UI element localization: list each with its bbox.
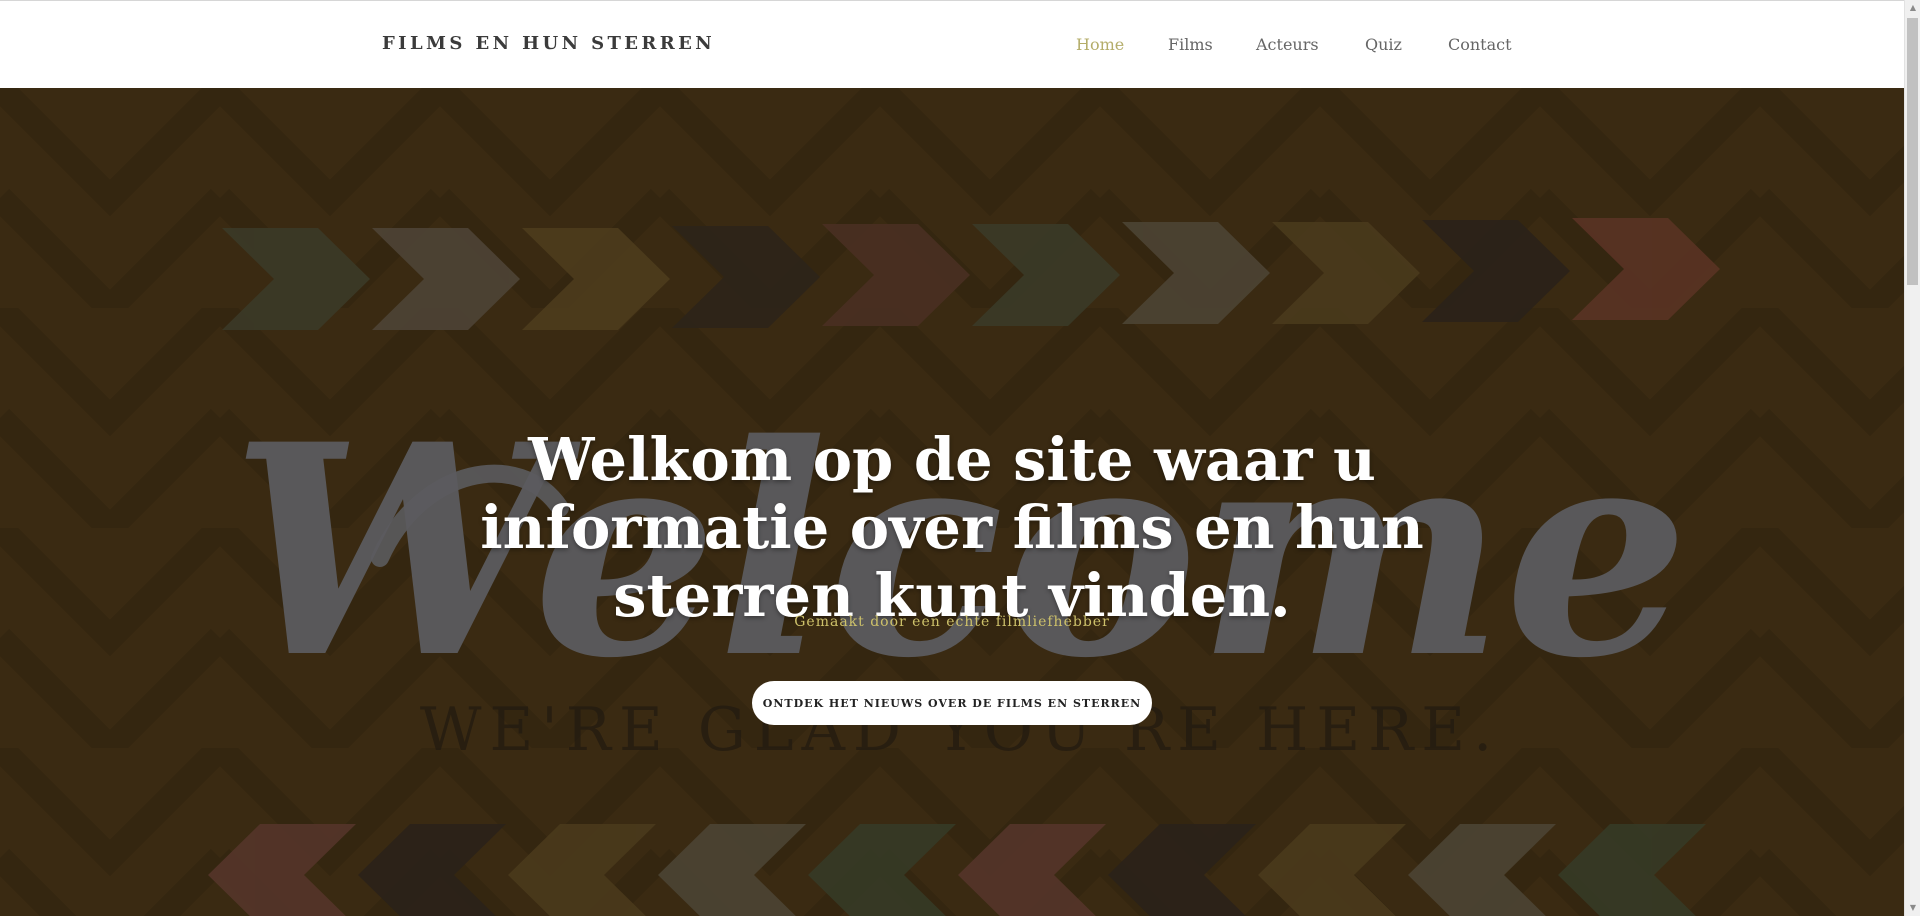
nav-item-contact[interactable]: Contact [1448,35,1512,54]
page-scrollbar[interactable]: ▲ ▼ [1904,0,1920,916]
nav-item-films[interactable]: Films [1168,35,1213,54]
hero-subline: Gemaakt door een echte filmliefhebber [794,614,1110,630]
navbar: FILMS EN HUN STERREN Home Films Acteurs … [0,1,1904,88]
scrollbar-thumb[interactable] [1907,18,1918,285]
hero-headline: Welkom op de site waar u informatie over… [480,424,1424,630]
nav-item-quiz[interactable]: Quiz [1365,35,1402,54]
discover-news-button[interactable]: ONTDEK HET NIEUWS OVER DE FILMS EN STERR… [752,681,1152,725]
nav-item-acteurs[interactable]: Acteurs [1256,35,1319,54]
triangle-down-icon[interactable]: ▼ [1905,900,1920,916]
triangle-up-icon[interactable]: ▲ [1905,0,1920,16]
nav-item-home[interactable]: Home [1076,35,1124,54]
site-brand[interactable]: FILMS EN HUN STERREN [382,33,715,54]
hero-section: Welcome WE'RE GLAD YOU'RE HERE. Welkom o… [0,88,1904,916]
